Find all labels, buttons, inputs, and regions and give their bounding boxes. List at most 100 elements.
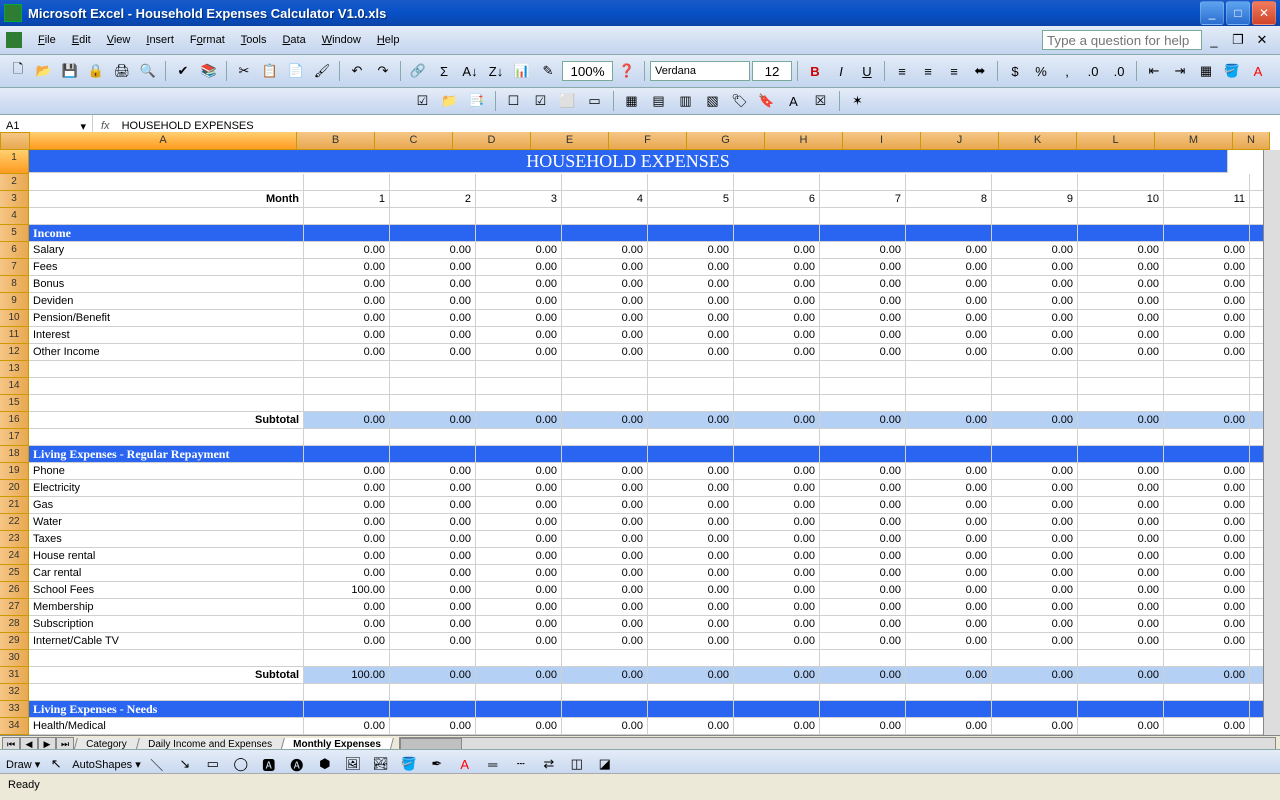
cell[interactable] <box>29 361 304 378</box>
cell[interactable]: 0.00 <box>476 548 562 565</box>
cell[interactable]: 3 <box>476 191 562 208</box>
month-label[interactable]: Month <box>29 191 304 208</box>
copy-icon[interactable]: 📋 <box>258 59 282 83</box>
increase-decimal-icon[interactable]: .0 <box>1081 59 1105 83</box>
save-icon[interactable]: 💾 <box>58 59 82 83</box>
subtotal-label[interactable]: Subtotal <box>29 667 304 684</box>
row-label[interactable]: Pension/Benefit <box>29 310 304 327</box>
cell[interactable] <box>29 378 304 395</box>
cell[interactable] <box>820 378 906 395</box>
col-header[interactable]: L <box>1077 132 1155 150</box>
cell[interactable]: 0.00 <box>390 259 476 276</box>
cell[interactable]: 9 <box>992 191 1078 208</box>
cell[interactable] <box>992 446 1078 463</box>
tb2-icon[interactable]: ✶ <box>846 89 870 113</box>
cell[interactable]: 0.00 <box>476 463 562 480</box>
cell[interactable] <box>390 701 476 718</box>
cell[interactable]: 0.00 <box>1078 565 1164 582</box>
vertical-scrollbar[interactable] <box>1263 150 1280 754</box>
tb2-icon[interactable]: ▥ <box>674 89 698 113</box>
cell[interactable]: 0.00 <box>648 259 734 276</box>
cell[interactable] <box>562 650 648 667</box>
cell[interactable]: 0.00 <box>476 667 562 684</box>
cell[interactable]: 0.00 <box>562 616 648 633</box>
underline-icon[interactable]: U <box>855 59 879 83</box>
format-painter-icon[interactable]: 🖌 <box>310 59 334 83</box>
cell[interactable]: 0.00 <box>734 599 820 616</box>
row-label[interactable]: Phone <box>29 463 304 480</box>
comma-icon[interactable]: , <box>1055 59 1079 83</box>
cell[interactable]: 0.00 <box>820 548 906 565</box>
cell[interactable] <box>734 361 820 378</box>
cell[interactable] <box>29 429 304 446</box>
cell[interactable] <box>304 446 390 463</box>
increase-indent-icon[interactable]: ⇥ <box>1168 59 1192 83</box>
cell[interactable]: 0.00 <box>304 633 390 650</box>
row-label[interactable]: Fees <box>29 259 304 276</box>
cell[interactable]: 0.00 <box>1164 276 1250 293</box>
cell[interactable]: 0.00 <box>992 531 1078 548</box>
cell[interactable]: 0.00 <box>648 276 734 293</box>
cell[interactable]: 0.00 <box>820 259 906 276</box>
cell[interactable]: 10 <box>1078 191 1164 208</box>
cell[interactable] <box>992 361 1078 378</box>
cell[interactable] <box>648 684 734 701</box>
cell[interactable] <box>1078 446 1164 463</box>
row-label[interactable]: House rental <box>29 548 304 565</box>
cell[interactable] <box>906 650 992 667</box>
cell[interactable]: 0.00 <box>304 242 390 259</box>
cell[interactable] <box>390 208 476 225</box>
cell[interactable]: 0.00 <box>1164 497 1250 514</box>
col-header[interactable]: H <box>765 132 843 150</box>
cell[interactable]: 0.00 <box>1164 293 1250 310</box>
row-label[interactable]: Deviden <box>29 293 304 310</box>
cell[interactable]: 0.00 <box>906 633 992 650</box>
cell[interactable]: 0.00 <box>562 480 648 497</box>
cell[interactable] <box>820 650 906 667</box>
minimize-button[interactable]: _ <box>1200 1 1224 25</box>
cell[interactable]: 0.00 <box>906 582 992 599</box>
cell[interactable] <box>648 225 734 242</box>
cell[interactable] <box>562 361 648 378</box>
cell[interactable]: 0.00 <box>906 463 992 480</box>
cell[interactable]: 0.00 <box>906 599 992 616</box>
cell[interactable]: 0.00 <box>304 565 390 582</box>
tb2-icon[interactable]: 📑 <box>465 89 489 113</box>
cell[interactable]: 0.00 <box>304 514 390 531</box>
cell[interactable]: 0.00 <box>304 463 390 480</box>
cell[interactable]: 0.00 <box>820 718 906 735</box>
cell[interactable] <box>820 208 906 225</box>
cell[interactable]: 0.00 <box>906 310 992 327</box>
cell[interactable]: 0.00 <box>304 310 390 327</box>
cell[interactable] <box>906 225 992 242</box>
cell[interactable]: 0.00 <box>1164 327 1250 344</box>
row-label[interactable]: Electricity <box>29 480 304 497</box>
cell[interactable] <box>390 395 476 412</box>
menu-data[interactable]: Data <box>274 31 313 49</box>
print-preview-icon[interactable]: 🔍 <box>136 59 160 83</box>
cell[interactable] <box>29 650 304 667</box>
section-living2[interactable]: Living Expenses - Needs <box>29 701 304 718</box>
cell[interactable]: 0.00 <box>820 480 906 497</box>
cell[interactable] <box>906 684 992 701</box>
cell[interactable]: 0.00 <box>390 514 476 531</box>
cell[interactable]: 0.00 <box>562 310 648 327</box>
cell[interactable]: 0.00 <box>906 514 992 531</box>
cell[interactable]: 0.00 <box>304 480 390 497</box>
cell[interactable]: 0.00 <box>562 412 648 429</box>
cell[interactable]: 0.00 <box>820 616 906 633</box>
cell[interactable]: 0.00 <box>820 344 906 361</box>
cell[interactable]: 0.00 <box>992 293 1078 310</box>
cell[interactable]: 0.00 <box>820 293 906 310</box>
cell[interactable]: 0.00 <box>562 497 648 514</box>
cell[interactable]: 0.00 <box>734 514 820 531</box>
tb2-label-icon[interactable]: A <box>782 89 806 113</box>
cell[interactable]: 0.00 <box>390 565 476 582</box>
cell[interactable]: 0.00 <box>476 599 562 616</box>
cell[interactable]: 0.00 <box>734 310 820 327</box>
tb2-icon[interactable]: ☒ <box>809 89 833 113</box>
cell[interactable]: 0.00 <box>476 565 562 582</box>
row-header[interactable]: 6 <box>0 242 29 259</box>
cell[interactable]: 0.00 <box>1164 718 1250 735</box>
new-icon[interactable]: 🗋 <box>6 59 30 83</box>
